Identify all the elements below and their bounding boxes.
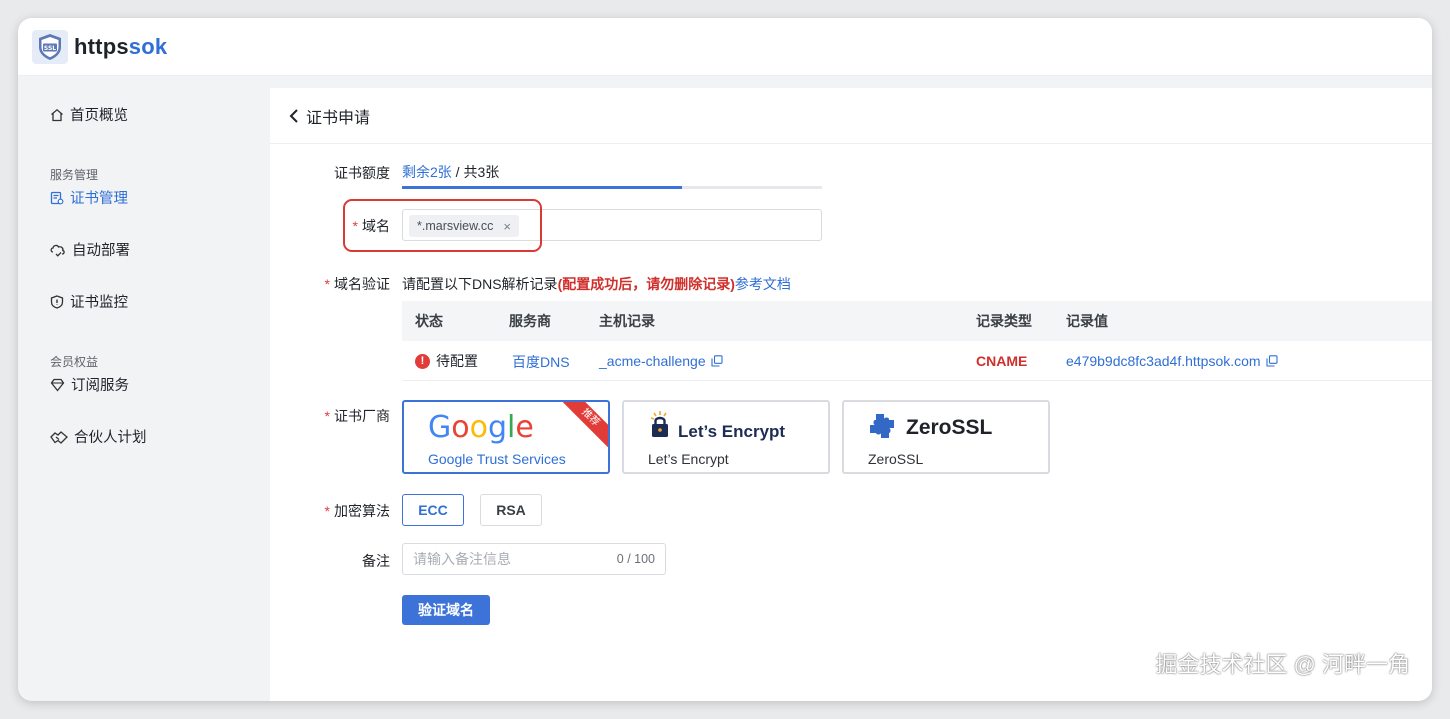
sidebar-group-member: 会员权益 xyxy=(50,355,99,369)
quota-remaining: 剩余2张 xyxy=(402,164,452,180)
recommend-badge: 推荐 xyxy=(556,402,608,452)
algorithm-rsa-button[interactable]: RSA xyxy=(480,494,542,526)
letsencrypt-logo-text: Let’s Encrypt xyxy=(678,422,786,441)
sidebar-group-service: 服务管理 xyxy=(50,168,99,182)
vendor-option-zerossl[interactable]: ZeroSSL ZeroSSL xyxy=(842,400,1050,474)
app-window: SSL httpssok 首页概览 服务管理 证书管理 自动部署 证书监控 会员… xyxy=(18,18,1432,701)
page-title: 证书申请 xyxy=(306,109,371,127)
column-header-host: 主机记录 xyxy=(599,313,655,329)
annotation-highlight-box xyxy=(343,199,542,252)
status-cell: ! 待配置 xyxy=(415,341,478,381)
sidebar-item-label: 证书监控 xyxy=(70,295,128,311)
remark-label: 备注 xyxy=(362,553,390,569)
sidebar-item-auto-deploy[interactable]: 自动部署 xyxy=(50,239,130,260)
home-icon xyxy=(51,108,63,121)
dns-record-table: 状态 服务商 主机记录 记录类型 记录值 ! 待配置 百度DNS _acme-c… xyxy=(402,301,1432,381)
zerossl-logo-text: ZeroSSL xyxy=(906,416,993,439)
sidebar-item-cert-manage[interactable]: 证书管理 xyxy=(50,187,128,208)
google-logo: Google xyxy=(428,410,534,445)
vendor-caption: Let’s Encrypt xyxy=(648,451,729,467)
app-name-part1: https xyxy=(74,33,129,59)
host-cell: _acme-challenge xyxy=(599,341,723,381)
sidebar: 首页概览 服务管理 证书管理 自动部署 证书监控 会员权益 订阅服务 合伙人计划 xyxy=(18,76,270,701)
sidebar-item-home[interactable]: 首页概览 xyxy=(50,104,128,125)
app-name-part2: sok xyxy=(128,33,168,59)
value-cell: e479b9dc8fc3ad4f.httpsok.com xyxy=(1066,341,1278,381)
certificate-icon xyxy=(50,191,64,204)
host-value: _acme-challenge xyxy=(599,353,706,369)
column-header-provider: 服务商 xyxy=(509,313,551,329)
vendor-option-google[interactable]: Google Google Trust Services 推荐 xyxy=(402,400,610,474)
table-header-row: 状态 服务商 主机记录 记录类型 记录值 xyxy=(402,301,1432,341)
sidebar-item-label: 合伙人计划 xyxy=(74,430,147,446)
remark-input[interactable] xyxy=(413,544,603,574)
watermark: 掘金技术社区 @ 河畔一角 xyxy=(1155,652,1410,677)
vendor-label: * 证书厂商 xyxy=(324,408,390,424)
quota-progress-fill xyxy=(402,186,683,189)
remark-field: 0 / 100 xyxy=(402,543,666,575)
dns-verify-label-text: 域名验证 xyxy=(334,276,390,292)
sidebar-item-subscription[interactable]: 订阅服务 xyxy=(50,374,129,395)
copy-icon[interactable] xyxy=(711,355,723,367)
algorithm-label: * 加密算法 xyxy=(324,503,390,519)
record-type: CNAME xyxy=(976,353,1028,369)
sidebar-item-label: 订阅服务 xyxy=(71,378,129,394)
column-header-type: 记录类型 xyxy=(976,313,1032,329)
logo-icon: SSL xyxy=(32,29,68,64)
vendor-caption: ZeroSSL xyxy=(868,451,924,467)
dns-intro-text: 请配置以下DNS解析记录 xyxy=(402,276,558,292)
puzzle-icon xyxy=(870,414,894,438)
copy-icon[interactable] xyxy=(1266,355,1278,367)
chevron-left-icon[interactable] xyxy=(288,108,300,124)
quota-total: / 共3张 xyxy=(451,164,500,180)
remark-char-counter: 0 / 100 xyxy=(616,552,655,566)
shield-icon xyxy=(50,294,64,309)
algorithm-ecc-button[interactable]: ECC xyxy=(402,494,464,526)
vendor-option-letsencrypt[interactable]: Let’s Encrypt Let’s Encrypt xyxy=(622,400,830,474)
main-content: 证书申请 证书额度 剩余2张 / 共3张 * 域名 *.marsview.cc ×… xyxy=(270,88,1432,701)
app-logo[interactable]: httpssok xyxy=(74,34,167,60)
page-header: 证书申请 xyxy=(270,88,1432,144)
handshake-icon xyxy=(50,430,68,444)
vendor-label-text: 证书厂商 xyxy=(334,408,390,424)
lock-icon xyxy=(650,411,668,437)
verify-domain-button[interactable]: 验证域名 xyxy=(402,595,490,625)
algorithm-label-text: 加密算法 xyxy=(334,503,390,519)
quota-progress-bar xyxy=(402,186,822,189)
quota-value: 剩余2张 / 共3张 xyxy=(402,162,499,182)
alert-icon: ! xyxy=(415,353,430,369)
top-bar: SSL httpssok xyxy=(18,18,1432,76)
status-text: 待配置 xyxy=(436,353,478,369)
diamond-icon xyxy=(50,378,65,392)
dns-verify-label: * 域名验证 xyxy=(324,276,390,292)
vendor-caption: Google Trust Services xyxy=(428,451,566,467)
sidebar-item-label: 首页概览 xyxy=(70,108,128,124)
dns-instruction: 请配置以下DNS解析记录(配置成功后，请勿删除记录)参考文档 xyxy=(402,274,791,294)
table-row: ! 待配置 百度DNS _acme-challenge CNAME e479b9… xyxy=(402,341,1432,381)
sidebar-item-cert-monitor[interactable]: 证书监控 xyxy=(50,291,128,312)
sidebar-item-label: 自动部署 xyxy=(72,243,130,259)
quota-label: 证书额度 xyxy=(334,165,390,181)
logo-badge-text: SSL xyxy=(44,45,56,52)
dns-warning-text: (配置成功后，请勿删除记录) xyxy=(557,276,735,292)
sidebar-item-label: 证书管理 xyxy=(70,191,128,207)
record-value: e479b9dc8fc3ad4f.httpsok.com xyxy=(1066,353,1261,369)
deploy-icon xyxy=(50,244,65,257)
column-header-status: 状态 xyxy=(415,313,443,329)
column-header-value: 记录值 xyxy=(1066,313,1108,329)
provider-link[interactable]: 百度DNS xyxy=(512,342,570,382)
doc-link[interactable]: 参考文档 xyxy=(735,276,791,292)
google-logo-text: Google xyxy=(428,410,534,445)
sidebar-item-partner[interactable]: 合伙人计划 xyxy=(50,426,147,447)
